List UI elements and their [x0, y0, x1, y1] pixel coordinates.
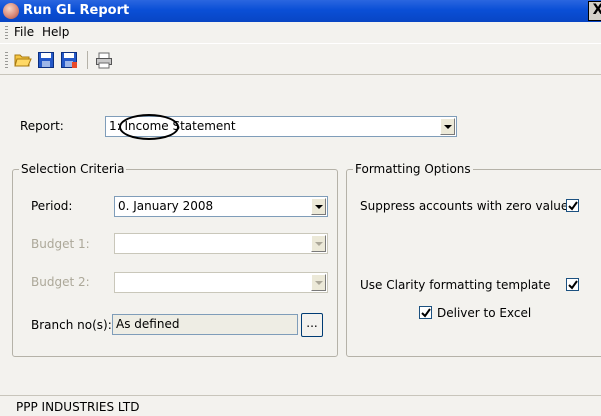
check-mark-icon	[568, 280, 578, 290]
toolbar-grip	[5, 52, 8, 68]
suppress-zero-label: Suppress accounts with zero values	[360, 199, 575, 213]
check-mark-icon	[421, 308, 431, 318]
run-gl-report-window: Run GL Report X File Help Report: 1: Inc…	[0, 0, 601, 416]
annotation-ellipse	[119, 114, 179, 140]
budget2-label: Budget 2:	[31, 275, 90, 289]
app-icon	[3, 3, 19, 19]
deliver-excel-label: Deliver to Excel	[437, 306, 532, 320]
toolbar-separator	[87, 51, 88, 69]
period-value: 0. January 2008	[118, 199, 214, 213]
title-bar[interactable]: Run GL Report X	[0, 0, 601, 22]
report-dropdown-arrow-icon[interactable]	[440, 118, 455, 135]
period-dropdown-arrow-icon[interactable]	[311, 198, 326, 215]
close-button[interactable]: X	[588, 1, 601, 21]
open-folder-icon[interactable]	[14, 51, 32, 69]
clarity-template-checkbox[interactable]	[566, 278, 579, 291]
budget2-dropdown-arrow-icon[interactable]	[311, 274, 326, 291]
period-select[interactable]: 0. January 2008	[114, 196, 328, 217]
budget1-dropdown-arrow-icon[interactable]	[311, 235, 326, 252]
check-mark-icon	[568, 201, 578, 211]
save-icon[interactable]	[37, 51, 55, 69]
window-title: Run GL Report	[23, 3, 130, 18]
toolbar	[0, 45, 601, 75]
suppress-zero-checkbox[interactable]	[566, 199, 579, 212]
report-label: Report:	[20, 119, 64, 133]
clarity-template-label: Use Clarity formatting template	[360, 278, 551, 292]
branch-label: Branch no(s):	[31, 318, 112, 332]
branch-input[interactable]: As defined	[112, 314, 298, 335]
budget1-label: Budget 1:	[31, 237, 90, 251]
status-bar: PPP INDUSTRIES LTD	[0, 395, 601, 416]
menu-grip	[5, 26, 8, 40]
selection-criteria-title: Selection Criteria	[19, 162, 127, 176]
formatting-options-title: Formatting Options	[353, 162, 473, 176]
save-as-icon[interactable]	[60, 51, 78, 69]
menu-file[interactable]: File	[14, 25, 34, 39]
company-name: PPP INDUSTRIES LTD	[16, 400, 140, 414]
branch-value: As defined	[116, 317, 180, 331]
budget2-select[interactable]	[114, 272, 328, 293]
branch-browse-button[interactable]: ...	[301, 313, 323, 337]
formatting-options-group	[346, 169, 601, 357]
menu-help[interactable]: Help	[42, 25, 69, 39]
print-icon[interactable]	[95, 51, 113, 69]
menu-bar: File Help	[0, 22, 601, 44]
deliver-excel-checkbox[interactable]	[419, 306, 432, 319]
period-label: Period:	[31, 199, 73, 213]
budget1-select[interactable]	[114, 233, 328, 254]
